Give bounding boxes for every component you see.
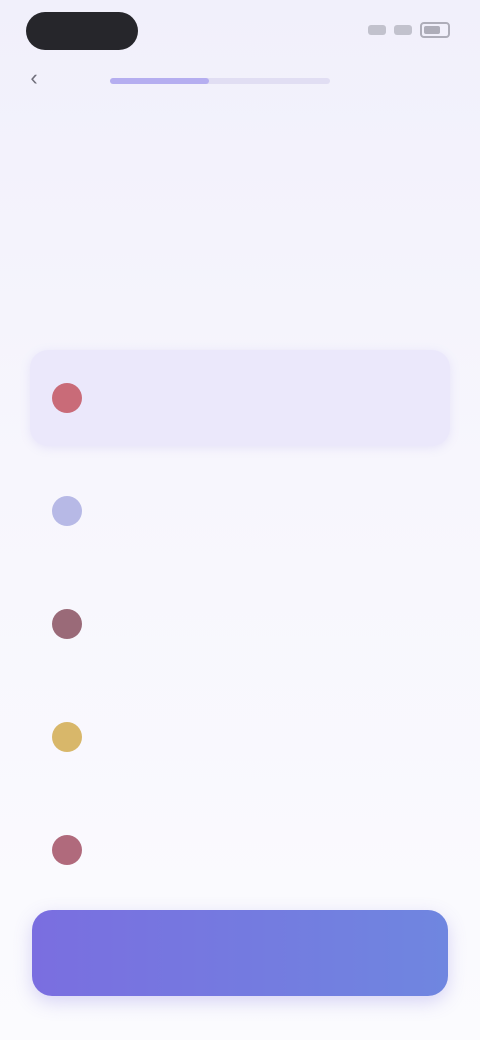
condition-icon: [52, 835, 82, 865]
progress-fill: [110, 78, 209, 84]
condition-icon: [52, 722, 82, 752]
option-item-5[interactable]: [30, 802, 450, 898]
option-list: [30, 350, 450, 915]
wifi-icon: [394, 25, 412, 35]
status-bar: [0, 0, 480, 60]
option-item-4[interactable]: [30, 689, 450, 785]
condition-icon: [52, 609, 82, 639]
signal-icon: [368, 25, 386, 35]
progress-bar: [110, 78, 330, 84]
page-title: [50, 128, 430, 240]
condition-icon: [52, 383, 82, 413]
continue-button[interactable]: [32, 910, 448, 996]
battery-icon: [420, 22, 450, 38]
option-item-3[interactable]: [30, 576, 450, 672]
chevron-left-icon[interactable]: ‹: [22, 64, 46, 92]
status-time: [26, 12, 138, 50]
option-item-2[interactable]: [30, 463, 450, 559]
option-item-1[interactable]: [30, 350, 450, 446]
condition-icon: [52, 496, 82, 526]
status-icons: [368, 22, 450, 38]
